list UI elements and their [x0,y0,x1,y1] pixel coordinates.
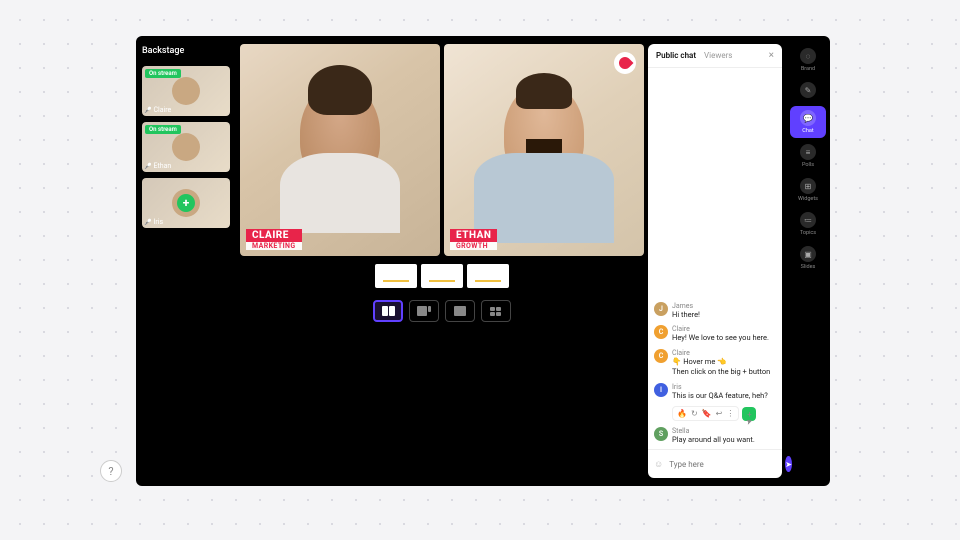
participant-role: MARKETING [246,242,302,250]
participant-name: CLAIRE [246,229,302,242]
chat-message[interactable]: C ClaireHey! We love to see you here. [654,325,776,343]
backstage-column: Backstage Claire Ethan + Iris [136,36,236,486]
chat-message[interactable]: C Claire👇 Hover me 👈Then click on the big… [654,349,776,377]
layout-split-button[interactable] [373,300,403,322]
backstage-name: Iris [144,218,163,226]
rail-item-topics[interactable]: ≔ Topics [790,208,826,240]
layout-grid-button[interactable] [481,300,511,322]
chat-message[interactable]: J JamesHi there! [654,302,776,320]
brand-icon: ◌ [800,48,816,64]
app-window: Backstage Claire Ethan + Iris CLAIRE MAR… [136,36,830,486]
add-to-stream-button[interactable]: + [177,194,195,212]
tab-viewers[interactable]: Viewers [704,51,732,60]
rail-label: Chat [802,128,813,134]
message-author: Claire [672,325,776,333]
topics-icon: ≔ [800,212,816,228]
person-silhouette [504,83,584,183]
avatar: S [654,427,668,441]
backstage-thumb-claire[interactable]: Claire [142,66,230,116]
chat-message[interactable]: S StellaPlay around all you want. [654,427,776,445]
brand-logo-icon [614,52,636,74]
message-author: James [672,302,776,310]
cursor-icon: ➤ [744,416,753,427]
stage-area: CLAIRE MARKETING ETHAN GROWTH [236,36,648,486]
message-author: Stella [672,427,776,435]
message-actions: 🔥↻🔖↩⋮+➤ [672,406,739,421]
layout-picture-in-picture-button[interactable] [409,300,439,322]
chat-message[interactable]: I IrisThis is our Q&A feature, heh? [654,383,776,401]
help-button[interactable]: ? [100,460,122,482]
slide-thumb[interactable] [421,264,463,288]
close-icon[interactable]: × [769,50,774,61]
slides-icon: ▣ [800,246,816,262]
layout-speaker-button[interactable] [445,300,475,322]
name-tag: ETHAN GROWTH [450,229,497,250]
reaction-icon[interactable]: 🔖 [702,409,712,418]
backstage-thumb-iris[interactable]: + Iris [142,178,230,228]
chat-input[interactable] [669,460,779,469]
participant-role: GROWTH [450,242,497,250]
backstage-name: Claire [144,106,171,114]
rail-label: Brand [801,66,815,72]
rail-item-edit[interactable]: ✎ [790,78,826,104]
slide-thumbnails [240,256,644,296]
message-text: 👇 Hover me 👈Then click on the big + butt… [672,357,776,377]
reaction-icon[interactable]: ⋮ [726,409,734,418]
avatar: C [654,349,668,363]
message-text: This is our Q&A feature, heh? [672,391,776,401]
beard [526,139,562,165]
rail-label: Widgets [798,196,818,202]
avatar: C [654,325,668,339]
message-text: Hey! We love to see you here. [672,333,776,343]
message-text: Hi there! [672,310,776,320]
backstage-title: Backstage [142,44,230,60]
avatar: I [654,383,668,397]
rail-item-polls[interactable]: ≡ Polls [790,140,826,172]
tab-public-chat[interactable]: Public chat [656,51,696,60]
participant-name: ETHAN [450,229,497,242]
emoji-icon[interactable]: ☺ [654,459,663,470]
avatar [172,133,200,161]
video-stage: CLAIRE MARKETING ETHAN GROWTH [240,36,644,256]
avatar [172,77,200,105]
chat-tabs: Public chat Viewers × [648,44,782,68]
avatar: J [654,302,668,316]
widgets-icon: ⊞ [800,178,816,194]
name-tag: CLAIRE MARKETING [246,229,302,250]
edit-icon: ✎ [800,82,816,98]
right-rail: ◌ Brand ✎ 💬 Chat ≡ Polls ⊞ Widgets ≔ Topics ▣ Slides [786,36,830,486]
rail-item-slides[interactable]: ▣ Slides [790,242,826,274]
polls-icon: ≡ [800,144,816,160]
message-text: Play around all you want. [672,435,776,445]
backstage-thumb-ethan[interactable]: Ethan [142,122,230,172]
reaction-icon[interactable]: ↩ [716,409,723,418]
person-silhouette [300,83,380,183]
reaction-icon[interactable]: 🔥 [677,409,687,418]
message-author: Claire [672,349,776,357]
slide-thumb[interactable] [375,264,417,288]
message-author: Iris [672,383,776,391]
video-tile-ethan[interactable]: ETHAN GROWTH [444,44,644,256]
rail-item-brand[interactable]: ◌ Brand [790,44,826,76]
reaction-icon[interactable]: ↻ [691,409,698,418]
chat-icon: 💬 [800,110,816,126]
rail-item-chat[interactable]: 💬 Chat [790,106,826,138]
video-tile-claire[interactable]: CLAIRE MARKETING [240,44,440,256]
slide-thumb[interactable] [467,264,509,288]
chat-messages[interactable]: JJamesHi there!CClaireHey! We love to se… [648,68,782,449]
chat-input-row: ☺ ➤ [648,449,782,478]
rail-label: Slides [801,264,816,270]
rail-item-widgets[interactable]: ⊞ Widgets [790,174,826,206]
backstage-name: Ethan [144,162,171,170]
rail-label: Polls [802,162,814,168]
rail-label: Topics [800,230,816,236]
chat-panel: Public chat Viewers × J JamesHi there! C Cl… [648,44,782,478]
layout-switcher [240,296,644,322]
